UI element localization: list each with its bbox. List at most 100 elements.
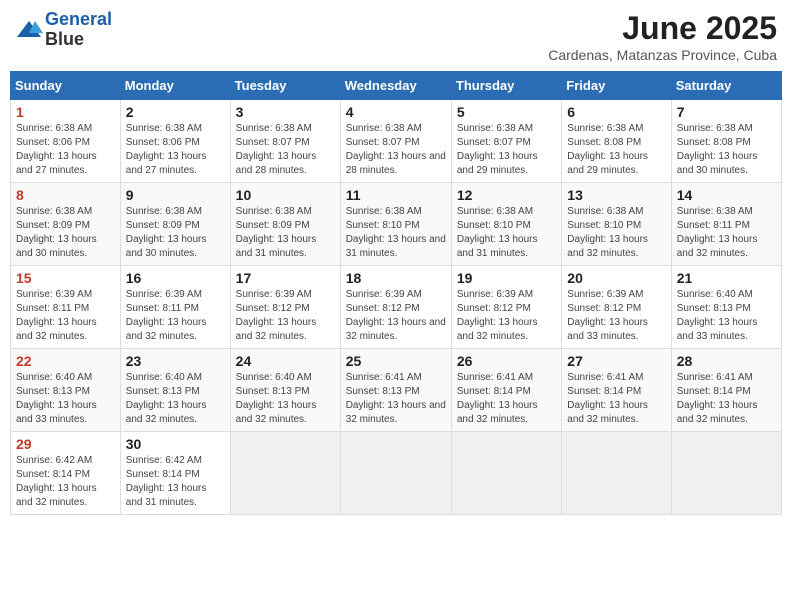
calendar-week-row: 22 Sunrise: 6:40 AM Sunset: 8:13 PM Dayl… [11, 349, 782, 432]
day-number: 6 [567, 104, 665, 120]
day-number: 28 [677, 353, 776, 369]
day-number: 30 [126, 436, 225, 452]
day-number: 8 [16, 187, 115, 203]
day-info: Sunrise: 6:38 AM Sunset: 8:09 PM Dayligh… [16, 205, 115, 261]
day-info: Sunrise: 6:39 AM Sunset: 8:11 PM Dayligh… [126, 288, 225, 344]
location-subtitle: Cardenas, Matanzas Province, Cuba [548, 47, 777, 63]
calendar-day-cell: 16 Sunrise: 6:39 AM Sunset: 8:11 PM Dayl… [120, 266, 230, 349]
calendar-day-cell [451, 432, 561, 515]
day-info: Sunrise: 6:41 AM Sunset: 8:14 PM Dayligh… [457, 371, 556, 427]
day-info: Sunrise: 6:38 AM Sunset: 8:07 PM Dayligh… [346, 122, 446, 178]
day-info: Sunrise: 6:42 AM Sunset: 8:14 PM Dayligh… [126, 454, 225, 510]
calendar-day-cell [562, 432, 671, 515]
logo-icon [15, 19, 43, 41]
calendar-day-cell: 18 Sunrise: 6:39 AM Sunset: 8:12 PM Dayl… [340, 266, 451, 349]
day-number: 7 [677, 104, 776, 120]
calendar-day-cell: 8 Sunrise: 6:38 AM Sunset: 8:09 PM Dayli… [11, 183, 121, 266]
day-info: Sunrise: 6:41 AM Sunset: 8:14 PM Dayligh… [677, 371, 776, 427]
day-number: 29 [16, 436, 115, 452]
day-info: Sunrise: 6:40 AM Sunset: 8:13 PM Dayligh… [16, 371, 115, 427]
title-block: June 2025 Cardenas, Matanzas Province, C… [548, 10, 777, 63]
day-number: 16 [126, 270, 225, 286]
day-info: Sunrise: 6:38 AM Sunset: 8:11 PM Dayligh… [677, 205, 776, 261]
day-number: 22 [16, 353, 115, 369]
day-number: 1 [16, 104, 115, 120]
weekday-header: Sunday [11, 72, 121, 100]
calendar-week-row: 1 Sunrise: 6:38 AM Sunset: 8:06 PM Dayli… [11, 100, 782, 183]
day-number: 23 [126, 353, 225, 369]
calendar-day-cell: 29 Sunrise: 6:42 AM Sunset: 8:14 PM Dayl… [11, 432, 121, 515]
calendar-day-cell: 20 Sunrise: 6:39 AM Sunset: 8:12 PM Dayl… [562, 266, 671, 349]
day-info: Sunrise: 6:38 AM Sunset: 8:06 PM Dayligh… [126, 122, 225, 178]
day-info: Sunrise: 6:40 AM Sunset: 8:13 PM Dayligh… [126, 371, 225, 427]
logo: General Blue [15, 10, 112, 50]
day-number: 18 [346, 270, 446, 286]
day-info: Sunrise: 6:40 AM Sunset: 8:13 PM Dayligh… [236, 371, 335, 427]
calendar-week-row: 8 Sunrise: 6:38 AM Sunset: 8:09 PM Dayli… [11, 183, 782, 266]
day-number: 9 [126, 187, 225, 203]
calendar-day-cell: 30 Sunrise: 6:42 AM Sunset: 8:14 PM Dayl… [120, 432, 230, 515]
day-number: 14 [677, 187, 776, 203]
month-title: June 2025 [548, 10, 777, 47]
day-number: 4 [346, 104, 446, 120]
page-header: General Blue June 2025 Cardenas, Matanza… [10, 10, 782, 63]
day-number: 25 [346, 353, 446, 369]
calendar-table: SundayMondayTuesdayWednesdayThursdayFrid… [10, 71, 782, 515]
day-number: 2 [126, 104, 225, 120]
day-number: 24 [236, 353, 335, 369]
day-info: Sunrise: 6:39 AM Sunset: 8:11 PM Dayligh… [16, 288, 115, 344]
day-info: Sunrise: 6:39 AM Sunset: 8:12 PM Dayligh… [346, 288, 446, 344]
day-number: 15 [16, 270, 115, 286]
day-number: 26 [457, 353, 556, 369]
calendar-day-cell: 3 Sunrise: 6:38 AM Sunset: 8:07 PM Dayli… [230, 100, 340, 183]
calendar-day-cell: 4 Sunrise: 6:38 AM Sunset: 8:07 PM Dayli… [340, 100, 451, 183]
calendar-week-row: 29 Sunrise: 6:42 AM Sunset: 8:14 PM Dayl… [11, 432, 782, 515]
day-number: 3 [236, 104, 335, 120]
day-info: Sunrise: 6:41 AM Sunset: 8:13 PM Dayligh… [346, 371, 446, 427]
day-info: Sunrise: 6:40 AM Sunset: 8:13 PM Dayligh… [677, 288, 776, 344]
day-info: Sunrise: 6:41 AM Sunset: 8:14 PM Dayligh… [567, 371, 665, 427]
calendar-day-cell: 2 Sunrise: 6:38 AM Sunset: 8:06 PM Dayli… [120, 100, 230, 183]
day-info: Sunrise: 6:38 AM Sunset: 8:09 PM Dayligh… [126, 205, 225, 261]
day-number: 12 [457, 187, 556, 203]
day-info: Sunrise: 6:38 AM Sunset: 8:10 PM Dayligh… [457, 205, 556, 261]
weekday-header: Monday [120, 72, 230, 100]
calendar-day-cell: 22 Sunrise: 6:40 AM Sunset: 8:13 PM Dayl… [11, 349, 121, 432]
day-info: Sunrise: 6:39 AM Sunset: 8:12 PM Dayligh… [567, 288, 665, 344]
day-number: 19 [457, 270, 556, 286]
calendar-header-row: SundayMondayTuesdayWednesdayThursdayFrid… [11, 72, 782, 100]
calendar-day-cell: 27 Sunrise: 6:41 AM Sunset: 8:14 PM Dayl… [562, 349, 671, 432]
weekday-header: Tuesday [230, 72, 340, 100]
day-info: Sunrise: 6:38 AM Sunset: 8:09 PM Dayligh… [236, 205, 335, 261]
calendar-day-cell: 19 Sunrise: 6:39 AM Sunset: 8:12 PM Dayl… [451, 266, 561, 349]
day-info: Sunrise: 6:42 AM Sunset: 8:14 PM Dayligh… [16, 454, 115, 510]
calendar-day-cell [230, 432, 340, 515]
day-info: Sunrise: 6:39 AM Sunset: 8:12 PM Dayligh… [236, 288, 335, 344]
weekday-header: Wednesday [340, 72, 451, 100]
day-number: 17 [236, 270, 335, 286]
calendar-week-row: 15 Sunrise: 6:39 AM Sunset: 8:11 PM Dayl… [11, 266, 782, 349]
day-info: Sunrise: 6:38 AM Sunset: 8:10 PM Dayligh… [567, 205, 665, 261]
day-info: Sunrise: 6:38 AM Sunset: 8:10 PM Dayligh… [346, 205, 446, 261]
day-number: 11 [346, 187, 446, 203]
day-info: Sunrise: 6:38 AM Sunset: 8:08 PM Dayligh… [677, 122, 776, 178]
calendar-day-cell: 7 Sunrise: 6:38 AM Sunset: 8:08 PM Dayli… [671, 100, 781, 183]
day-number: 21 [677, 270, 776, 286]
day-number: 27 [567, 353, 665, 369]
calendar-day-cell [671, 432, 781, 515]
day-info: Sunrise: 6:38 AM Sunset: 8:07 PM Dayligh… [457, 122, 556, 178]
calendar-day-cell: 12 Sunrise: 6:38 AM Sunset: 8:10 PM Dayl… [451, 183, 561, 266]
calendar-day-cell: 26 Sunrise: 6:41 AM Sunset: 8:14 PM Dayl… [451, 349, 561, 432]
calendar-day-cell: 5 Sunrise: 6:38 AM Sunset: 8:07 PM Dayli… [451, 100, 561, 183]
calendar-day-cell: 14 Sunrise: 6:38 AM Sunset: 8:11 PM Dayl… [671, 183, 781, 266]
day-info: Sunrise: 6:39 AM Sunset: 8:12 PM Dayligh… [457, 288, 556, 344]
day-number: 13 [567, 187, 665, 203]
logo-text: General Blue [45, 10, 112, 50]
calendar-day-cell: 25 Sunrise: 6:41 AM Sunset: 8:13 PM Dayl… [340, 349, 451, 432]
calendar-day-cell: 15 Sunrise: 6:39 AM Sunset: 8:11 PM Dayl… [11, 266, 121, 349]
calendar-day-cell: 11 Sunrise: 6:38 AM Sunset: 8:10 PM Dayl… [340, 183, 451, 266]
calendar-day-cell: 21 Sunrise: 6:40 AM Sunset: 8:13 PM Dayl… [671, 266, 781, 349]
day-info: Sunrise: 6:38 AM Sunset: 8:08 PM Dayligh… [567, 122, 665, 178]
calendar-day-cell: 28 Sunrise: 6:41 AM Sunset: 8:14 PM Dayl… [671, 349, 781, 432]
calendar-day-cell [340, 432, 451, 515]
